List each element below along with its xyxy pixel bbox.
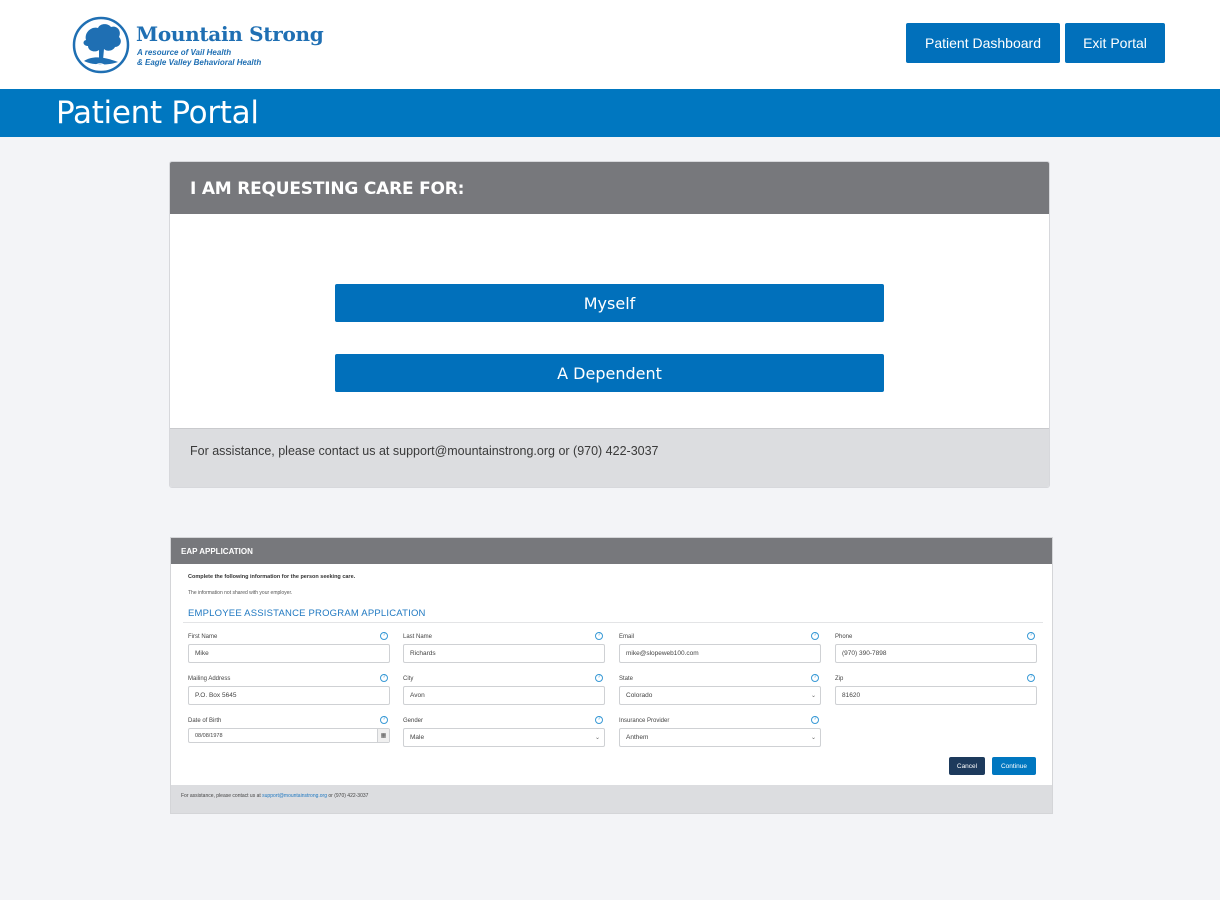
support-email-link[interactable]: support@mountainstrong.org [262,793,327,799]
tree-logo-icon [72,16,130,74]
chevron-down-icon: ⌄ [594,735,600,741]
cancel-button[interactable]: Cancel [949,757,985,775]
continue-button[interactable]: Continue [992,757,1036,775]
city-input[interactable]: Avon [403,686,605,705]
help-icon[interactable]: ? [811,674,819,682]
first-name-input[interactable]: Mike [188,644,390,663]
gender-value: Male [410,734,425,741]
insurance-provider-value: Anthem [626,734,649,741]
eap-footer: For assistance, please contact us at sup… [171,785,1052,813]
eap-header: EAP APPLICATION [171,538,1052,564]
eap-instructions: Complete the following information for t… [188,574,356,580]
state-value: Colorado [626,692,653,699]
help-icon[interactable]: ? [1027,632,1035,640]
eap-application-preview: EAP APPLICATION Complete the following i… [170,537,1053,814]
help-icon[interactable]: ? [380,632,388,640]
date-of-birth-value: 08/08/1978 [195,732,223,739]
patient-dashboard-button[interactable]: Patient Dashboard [906,23,1060,63]
section-divider [183,622,1043,623]
brand-logo[interactable]: Mountain Strong A resource of Vail Healt… [72,16,324,74]
help-icon[interactable]: ? [595,674,603,682]
brand-subtitle: A resource of Vail Health [137,48,232,57]
gender-select[interactable]: Male ⌄ [403,728,605,747]
top-header: Mountain Strong A resource of Vail Healt… [0,0,1220,89]
card-title: I AM REQUESTING CARE FOR: [190,179,465,199]
exit-portal-button[interactable]: Exit Portal [1065,23,1165,63]
field-label: Last Name [403,634,433,640]
page-banner: Patient Portal [0,89,1220,137]
field-label: Date of Birth [188,718,222,724]
field-label: Insurance Provider [619,718,670,724]
card-footer: For assistance, please contact us at sup… [170,428,1049,487]
help-icon[interactable]: ? [811,632,819,640]
care-request-card: I AM REQUESTING CARE FOR: Myself A Depen… [169,161,1050,488]
field-label: City [403,676,414,682]
calendar-icon[interactable]: ▦ [377,729,389,742]
field-label: Email [619,634,635,640]
card-header: I AM REQUESTING CARE FOR: [170,162,1049,214]
mailing-address-input[interactable]: P.O. Box 5645 [188,686,390,705]
help-icon[interactable]: ? [380,674,388,682]
assistance-text: For assistance, please contact us at sup… [190,444,659,458]
help-icon[interactable]: ? [811,716,819,724]
brand-title: Mountain Strong [136,22,324,46]
help-icon[interactable]: ? [1027,674,1035,682]
state-select[interactable]: Colorado ⌄ [619,686,821,705]
zip-input[interactable]: 81620 [835,686,1037,705]
field-label: Mailing Address [188,676,231,682]
chevron-down-icon: ⌄ [810,735,816,741]
last-name-input[interactable]: Richards [403,644,605,663]
footer-suffix: or (970) 422-3037 [328,793,369,799]
myself-button[interactable]: Myself [335,284,884,322]
footer-prefix: For assistance, please contact us at [181,793,261,799]
eap-title: EAP APPLICATION [181,547,253,556]
field-label: First Name [188,634,218,640]
insurance-provider-select[interactable]: Anthem ⌄ [619,728,821,747]
field-label: State [619,676,634,682]
email-input[interactable]: mike@slopeweb100.com [619,644,821,663]
help-icon[interactable]: ? [595,632,603,640]
field-label: Gender [403,718,424,724]
field-label: Zip [835,676,844,682]
page-title: Patient Portal [56,95,259,131]
help-icon[interactable]: ? [380,716,388,724]
eap-privacy-note: The information not shared with your emp… [188,590,293,596]
chevron-down-icon: ⌄ [810,693,816,699]
brand-subtitle-2: & Eagle Valley Behavioral Health [137,58,262,67]
dependent-button[interactable]: A Dependent [335,354,884,392]
phone-input[interactable]: (970) 390-7898 [835,644,1037,663]
field-label: Phone [835,634,853,640]
help-icon[interactable]: ? [595,716,603,724]
date-of-birth-input[interactable]: 08/08/1978 ▦ [188,728,390,743]
eap-assistance-text: For assistance, please contact us at sup… [181,793,368,799]
eap-section-title: EMPLOYEE ASSISTANCE PROGRAM APPLICATION [188,608,426,619]
